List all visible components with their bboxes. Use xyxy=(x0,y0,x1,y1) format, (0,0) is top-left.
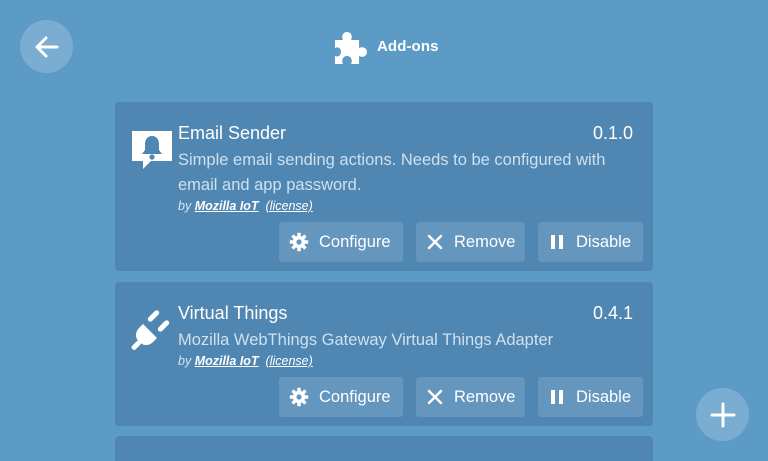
remove-button[interactable]: Remove xyxy=(416,222,525,262)
addon-card-partial xyxy=(115,436,653,461)
add-addon-button[interactable] xyxy=(696,388,749,441)
remove-label: Remove xyxy=(454,232,516,251)
disable-label: Disable xyxy=(576,387,632,406)
configure-button[interactable]: Configure xyxy=(279,222,403,262)
addon-author-line: by Mozilla IoT (license) xyxy=(178,354,313,368)
pause-icon xyxy=(551,235,563,249)
license-link[interactable]: (license) xyxy=(266,199,313,213)
page-title: Add-ons xyxy=(377,37,439,55)
license-link[interactable]: (license) xyxy=(266,354,313,368)
by-prefix: by xyxy=(178,199,192,213)
author-link[interactable]: Mozilla IoT xyxy=(195,354,259,368)
addon-description: Simple email sending actions. Needs to b… xyxy=(178,151,606,194)
addon-description: Mozilla WebThings Gateway Virtual Things… xyxy=(178,331,554,349)
addon-author-line: by Mozilla IoT (license) xyxy=(178,199,313,213)
notification-bell-icon xyxy=(132,131,172,169)
close-icon xyxy=(427,389,443,405)
addon-name: Email Sender xyxy=(178,123,287,143)
addon-version: 0.4.1 xyxy=(592,303,633,323)
back-button[interactable] xyxy=(20,20,73,73)
configure-label: Configure xyxy=(319,387,391,406)
configure-label: Configure xyxy=(319,232,391,251)
by-prefix: by xyxy=(178,354,192,368)
configure-button[interactable]: Configure xyxy=(279,377,403,417)
addon-name: Virtual Things xyxy=(178,303,288,323)
plus-icon xyxy=(710,402,735,427)
plug-icon xyxy=(131,310,170,350)
gear-icon xyxy=(289,387,309,407)
addon-card-email-sender: Email Sender 0.1.0 Simple email sending … xyxy=(115,102,653,271)
remove-label: Remove xyxy=(454,387,516,406)
addon-version: 0.1.0 xyxy=(592,123,633,143)
disable-label: Disable xyxy=(576,232,632,251)
remove-button[interactable]: Remove xyxy=(416,377,525,417)
close-icon xyxy=(427,234,443,250)
puzzle-piece-icon xyxy=(335,32,367,64)
gear-icon xyxy=(289,232,309,252)
pause-icon xyxy=(551,390,563,404)
arrow-left-icon xyxy=(35,36,58,57)
disable-button[interactable]: Disable xyxy=(538,377,643,417)
page-header: Add-ons xyxy=(331,26,439,66)
addon-card-virtual-things: Virtual Things 0.4.1 Mozilla WebThings G… xyxy=(115,282,653,426)
author-link[interactable]: Mozilla IoT xyxy=(195,199,259,213)
disable-button[interactable]: Disable xyxy=(538,222,643,262)
